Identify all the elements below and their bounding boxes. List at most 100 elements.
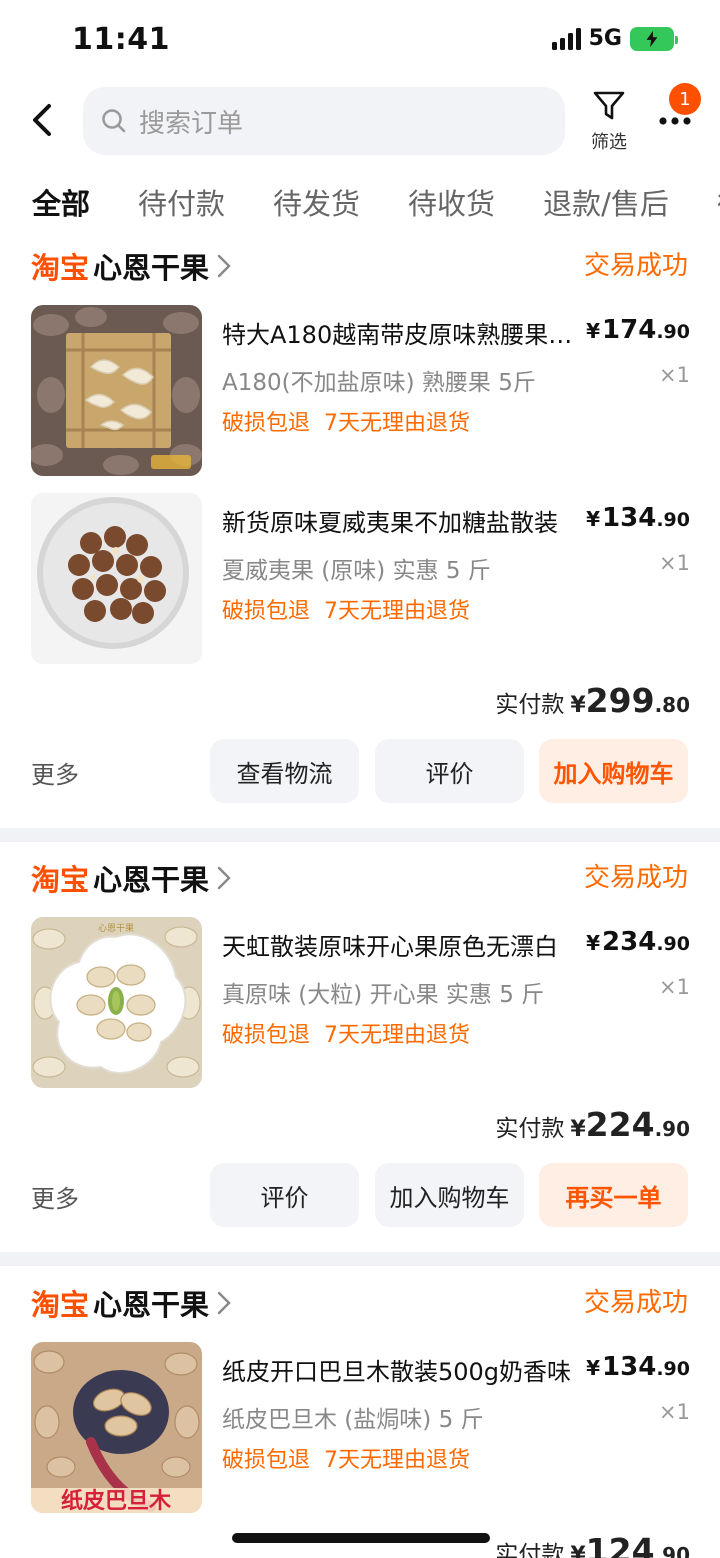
- tag-7day-return: 7天无理由退货: [324, 411, 471, 436]
- tab-refund-aftersale[interactable]: 退款/售后: [543, 180, 669, 230]
- more-link[interactable]: 更多: [31, 755, 79, 790]
- chevron-right-icon: [217, 254, 231, 278]
- paid-amount: 实付款 ¥ 299 .80: [495, 681, 690, 720]
- buy-again-button[interactable]: 再买一单: [539, 1163, 688, 1227]
- tag-damage-refund: 破损包退: [222, 1023, 311, 1048]
- order-card[interactable]: 淘宝 心恩干果 交易成功 纸皮巴旦木 纸皮开口巴旦木散装500g奶香味 ¥134…: [0, 1283, 720, 1558]
- order-item[interactable]: 特大A180越南带皮原味熟腰果新货 ¥174.90 A180(不加盐原味) 熟腰…: [0, 305, 720, 477]
- paid-decimal: .90: [654, 1543, 690, 1558]
- tag-damage-refund: 破损包退: [222, 1448, 311, 1473]
- item-tags: 破损包退 7天无理由退货: [222, 1442, 470, 1474]
- price-decimal: .90: [656, 1358, 690, 1380]
- review-button[interactable]: 评价: [375, 739, 524, 803]
- price-integer: 134: [602, 503, 657, 533]
- tab-pending-receipt[interactable]: 待收货: [408, 180, 495, 230]
- paid-amount: 实付款 ¥ 224 .90: [495, 1105, 690, 1144]
- add-to-cart-button[interactable]: 加入购物车: [539, 739, 688, 803]
- cashew-image: [31, 305, 202, 476]
- order-actions: 更多 查看物流 评价 加入购物车: [0, 739, 720, 805]
- chevron-left-icon: [33, 104, 51, 136]
- paid-currency: ¥: [570, 1117, 586, 1142]
- item-title: 天虹散装原味开心果原色无漂白: [222, 933, 558, 961]
- item-sku: 真原味 (大粒) 开心果 实惠 5 斤: [222, 982, 545, 1008]
- price-integer: 174: [602, 315, 657, 345]
- item-title: 特大A180越南带皮原味熟腰果新货: [222, 321, 594, 349]
- pistachio-image: 心恩干果: [31, 917, 202, 1088]
- item-sku: 夏威夷果 (原味) 实惠 5 斤: [222, 558, 491, 584]
- order-item[interactable]: 新货原味夏威夷果不加糖盐散装 ¥134.90 夏威夷果 (原味) 实惠 5 斤 …: [0, 493, 720, 665]
- order-tabs: 全部 待付款 待发货 待收货 退款/售后 待: [32, 180, 720, 230]
- item-price: ¥234.90: [586, 927, 690, 957]
- item-quantity: ×1: [659, 363, 690, 387]
- price-currency: ¥: [586, 1356, 601, 1380]
- status-bar: 11:41 5G: [0, 0, 720, 80]
- status-time: 11:41: [72, 22, 170, 57]
- item-title: 纸皮开口巴旦木散装500g奶香味: [222, 1358, 572, 1386]
- search-input[interactable]: 搜索订单: [83, 87, 565, 155]
- almond-image: 纸皮巴旦木: [31, 1342, 202, 1513]
- item-title: 新货原味夏威夷果不加糖盐散装: [222, 509, 558, 537]
- chevron-right-icon: [217, 866, 231, 890]
- shop-name: 心恩干果: [93, 1288, 210, 1322]
- tab-pending-payment[interactable]: 待付款: [138, 180, 225, 230]
- paid-label: 实付款: [495, 692, 565, 718]
- paid-label: 实付款: [495, 1116, 565, 1142]
- filter-button[interactable]: 筛选: [586, 90, 632, 154]
- review-button[interactable]: 评价: [210, 1163, 359, 1227]
- item-quantity: ×1: [659, 975, 690, 999]
- taobao-logo: 淘宝: [31, 863, 90, 897]
- order-status: 交易成功: [583, 1288, 688, 1318]
- filter-icon: [593, 91, 625, 120]
- filter-label: 筛选: [591, 132, 627, 153]
- tab-all[interactable]: 全部: [32, 180, 90, 230]
- order-actions: 更多 评价 加入购物车 再买一单: [0, 1163, 720, 1229]
- price-decimal: .90: [656, 933, 690, 955]
- status-indicators: 5G: [551, 26, 678, 51]
- item-price: ¥134.90: [586, 1352, 690, 1382]
- battery-charging-icon: [630, 26, 678, 51]
- shop-name: 心恩干果: [93, 863, 210, 897]
- svg-text:心恩干果: 心恩干果: [98, 923, 134, 934]
- view-logistics-button[interactable]: 查看物流: [210, 739, 359, 803]
- price-decimal: .90: [656, 321, 690, 343]
- item-price: ¥134.90: [586, 503, 690, 533]
- order-card[interactable]: 淘宝 心恩干果 交易成功 心恩干果 天虹散装原味开心果原色无漂白 ¥234.90…: [0, 858, 720, 1248]
- more-link[interactable]: 更多: [31, 1179, 79, 1214]
- tag-damage-refund: 破损包退: [222, 411, 311, 436]
- item-quantity: ×1: [659, 1400, 690, 1424]
- search-icon: [102, 109, 126, 133]
- price-integer: 234: [602, 927, 657, 957]
- search-placeholder: 搜索订单: [139, 108, 244, 139]
- shop-header[interactable]: 淘宝 心恩干果: [31, 858, 231, 898]
- price-currency: ¥: [586, 319, 601, 343]
- order-card[interactable]: 淘宝 心恩干果 交易成功 特大A180越南带皮原味熟腰果新货 ¥174.90 A…: [0, 246, 720, 828]
- tab-pending-shipment[interactable]: 待发货: [273, 180, 360, 230]
- paid-currency: ¥: [570, 1543, 586, 1558]
- nav-bar: 搜索订单 筛选: [0, 80, 720, 170]
- tag-7day-return: 7天无理由退货: [324, 1023, 471, 1048]
- shop-header[interactable]: 淘宝 心恩干果: [31, 1283, 231, 1323]
- signal-icon: [551, 27, 581, 50]
- order-item[interactable]: 纸皮巴旦木 纸皮开口巴旦木散装500g奶香味 ¥134.90 纸皮巴旦木 (盐焗…: [0, 1342, 720, 1514]
- item-tags: 破损包退 7天无理由退货: [222, 593, 470, 625]
- order-item[interactable]: 心恩干果 天虹散装原味开心果原色无漂白 ¥234.90 真原味 (大粒) 开心果…: [0, 917, 720, 1089]
- add-to-cart-button[interactable]: 加入购物车: [375, 1163, 524, 1227]
- home-indicator[interactable]: [232, 1533, 490, 1543]
- item-sku: 纸皮巴旦木 (盐焗味) 5 斤: [222, 1407, 484, 1433]
- tag-7day-return: 7天无理由退货: [324, 1448, 471, 1473]
- item-price: ¥174.90: [586, 315, 690, 345]
- chevron-right-icon: [217, 1291, 231, 1315]
- paid-integer: 299: [585, 681, 655, 720]
- notification-badge: 1: [669, 83, 701, 115]
- item-sku: A180(不加盐原味) 熟腰果 5斤: [222, 370, 536, 396]
- network-label: 5G: [588, 26, 622, 51]
- section-divider: [0, 828, 720, 842]
- shop-header[interactable]: 淘宝 心恩干果: [31, 246, 231, 286]
- image-caption: 纸皮巴旦木: [61, 1488, 172, 1513]
- paid-decimal: .80: [654, 693, 690, 717]
- taobao-logo: 淘宝: [31, 1288, 90, 1322]
- price-integer: 134: [602, 1352, 657, 1382]
- back-button[interactable]: [22, 98, 62, 142]
- section-divider: [0, 1252, 720, 1266]
- item-tags: 破损包退 7天无理由退货: [222, 1017, 470, 1049]
